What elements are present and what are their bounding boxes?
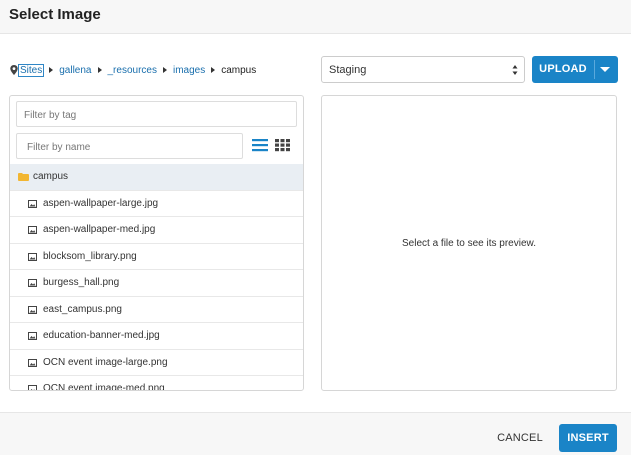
file-row[interactable]: OCN event image-med.png [10, 376, 303, 391]
upload-label: UPLOAD [539, 63, 587, 75]
image-file-icon [28, 226, 37, 234]
cancel-button[interactable]: CANCEL [488, 424, 552, 452]
dialog-header: Select Image [0, 0, 631, 34]
filter-by-name-input[interactable]: Filter by name [16, 133, 243, 159]
file-row[interactable]: blocksom_library.png [10, 244, 303, 270]
folder-name: campus [33, 171, 69, 182]
location-pin-icon [10, 65, 18, 75]
file-name: education-banner-med.jpg [43, 330, 160, 341]
grid-view-icon[interactable] [275, 138, 290, 152]
preview-message: Select a file to see its preview. [402, 238, 536, 249]
filter-by-tag-placeholder: Filter by tag [24, 110, 77, 121]
breadcrumb-separator-icon [162, 67, 167, 73]
upload-dropdown-caret-icon[interactable] [600, 67, 610, 72]
file-name: OCN event image-med.png [43, 383, 165, 391]
image-file-icon [28, 279, 37, 287]
breadcrumb-current: campus [221, 64, 257, 76]
filter-by-tag-input[interactable]: Filter by tag [16, 101, 297, 127]
list-view-icon[interactable] [252, 138, 268, 152]
image-file-icon [28, 358, 37, 367]
select-arrows-icon [512, 65, 518, 75]
file-name: aspen-wallpaper-med.jpg [43, 224, 156, 235]
file-row[interactable]: OCN event image-large.png [10, 350, 303, 376]
file-list: campus aspen-wallpaper-large.jpg aspen-w… [10, 164, 303, 391]
image-file-icon [28, 252, 37, 261]
image-file-icon [28, 199, 37, 208]
breadcrumb-link-sites[interactable]: Sites [17, 63, 45, 77]
file-row[interactable]: education-banner-med.jpg [10, 323, 303, 350]
upload-button[interactable]: UPLOAD [532, 56, 618, 83]
insert-button[interactable]: INSERT [559, 424, 617, 452]
breadcrumb-separator-icon [211, 67, 216, 73]
filter-by-name-placeholder: Filter by name [27, 142, 91, 153]
folder-icon [18, 173, 29, 181]
file-browser-panel: Filter by tag Filter by name campus aspe… [9, 95, 304, 391]
file-name: blocksom_library.png [43, 250, 137, 262]
preview-panel: Select a file to see its preview. [321, 95, 617, 391]
file-row[interactable]: burgess_hall.png [10, 270, 303, 297]
file-name: east_campus.png [43, 303, 122, 315]
file-name: burgess_hall.png [43, 277, 120, 288]
file-name: OCN event image-large.png [43, 356, 168, 368]
file-row[interactable]: aspen-wallpaper-large.jpg [10, 191, 303, 217]
file-row[interactable]: east_campus.png [10, 297, 303, 323]
breadcrumb-separator-icon [97, 67, 102, 73]
upload-divider [594, 60, 595, 79]
image-file-icon [28, 385, 37, 390]
breadcrumb-link-images[interactable]: images [173, 65, 205, 76]
breadcrumb: Sites gallena _resources images campus [10, 63, 256, 77]
dialog-title: Select Image [9, 6, 101, 23]
dialog-footer: CANCEL INSERT [0, 412, 631, 455]
folder-row[interactable]: campus [10, 164, 303, 191]
image-file-icon [28, 305, 37, 314]
site-select-value: Staging [329, 64, 367, 76]
file-row[interactable]: aspen-wallpaper-med.jpg [10, 217, 303, 244]
breadcrumb-separator-icon [49, 67, 54, 73]
breadcrumb-link-gallena[interactable]: gallena [59, 65, 91, 76]
file-name: aspen-wallpaper-large.jpg [43, 197, 159, 209]
image-file-icon [28, 332, 37, 340]
site-select[interactable]: Staging [321, 56, 525, 83]
breadcrumb-link-resources[interactable]: _resources [108, 65, 157, 76]
